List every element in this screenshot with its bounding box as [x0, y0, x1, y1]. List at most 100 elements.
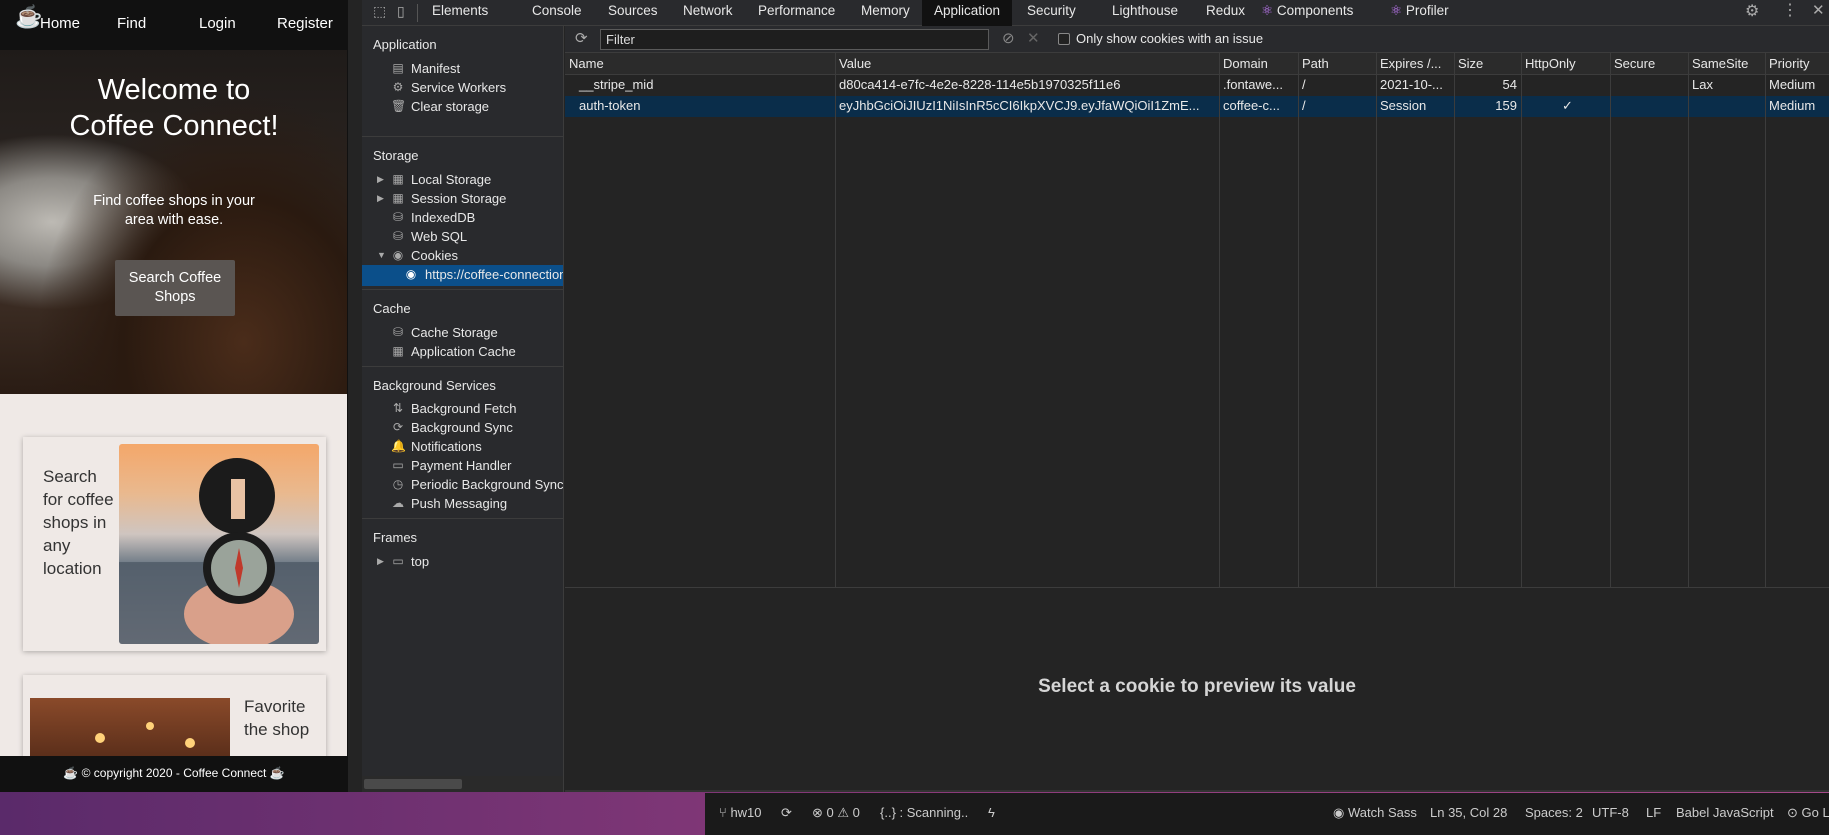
sidebar-item-local-storage[interactable]: ▶ ▦ Local Storage	[362, 170, 563, 191]
sidebar-item-background-sync[interactable]: ⟳ Background Sync	[362, 418, 563, 439]
sidebar-item-notifications[interactable]: 🔔 Notifications	[362, 437, 563, 458]
collapse-arrow-icon[interactable]: ▼	[377, 246, 386, 265]
column-header-httponly[interactable]: HttpOnly	[1521, 53, 1610, 75]
nav-register-link[interactable]: Register	[277, 15, 333, 32]
sidebar-item-application-cache[interactable]: ▦ Application Cache	[362, 342, 563, 363]
cookies-view: ⟳ ⊘ ✕ Only show cookies with an issue Na…	[565, 26, 1829, 792]
nav-login-link[interactable]: Login	[199, 15, 236, 32]
sidebar-item-manifest[interactable]: ▤ Manifest	[362, 59, 563, 80]
table-row[interactable]: __stripe_mid d80ca414-e7fc-4e2e-8228-114…	[565, 75, 1829, 96]
more-options-icon[interactable]: ⋮	[1782, 0, 1798, 20]
tab-elements[interactable]: Elements	[420, 0, 500, 26]
tab-profiler[interactable]: ⚛ Profiler	[1384, 0, 1461, 26]
tab-memory[interactable]: Memory	[849, 0, 922, 26]
scanning-status[interactable]: {..} : Scanning..	[880, 805, 968, 820]
sidebar-section-application: Application	[373, 37, 437, 52]
tab-application[interactable]: Application	[922, 0, 1013, 26]
tab-components[interactable]: ⚛ Components	[1255, 0, 1365, 26]
column-header-size[interactable]: Size	[1454, 53, 1521, 75]
nav-find-link[interactable]: Find	[117, 15, 146, 32]
scrollbar-thumb[interactable]	[364, 779, 462, 789]
column-header-path[interactable]: Path	[1298, 53, 1376, 75]
grid-icon: ▦	[392, 172, 404, 186]
table-row[interactable]: auth-token eyJhbGciOiJIUzI1NiIsInR5cCI6I…	[565, 96, 1829, 117]
language-mode[interactable]: Babel JavaScript	[1676, 805, 1774, 820]
database-icon: ⛁	[392, 325, 404, 339]
indentation[interactable]: Spaces: 2	[1525, 805, 1583, 820]
sync-icon[interactable]: ⟳	[781, 805, 792, 821]
problems-indicator[interactable]: ⊗ 0 ⚠ 0	[812, 805, 860, 821]
sidebar-item-service-workers[interactable]: ⚙ Service Workers	[362, 78, 563, 99]
go-live-button[interactable]: ⊙ Go Live	[1787, 805, 1829, 821]
coffee-cup-logo-icon[interactable]: ☕	[15, 4, 42, 30]
sidebar-item-web-sql[interactable]: ⛁ Web SQL	[362, 227, 563, 248]
column-divider[interactable]	[1298, 53, 1299, 588]
column-header-expires[interactable]: Expires /...	[1376, 53, 1454, 75]
sidebar-item-cookie-origin[interactable]: ◉ https://coffee-connection	[362, 265, 563, 286]
cookie-value: d80ca414-e7fc-4e2e-8228-114e5b1970325f11…	[839, 77, 1121, 92]
toolbar-divider	[417, 4, 418, 22]
frame-icon: ▭	[392, 554, 404, 568]
broadcast-icon: ⊙	[1787, 805, 1798, 820]
tab-components-label: Components	[1276, 3, 1354, 18]
sidebar-item-indexeddb[interactable]: ⛁ IndexedDB	[362, 208, 563, 229]
cookie-path: /	[1302, 77, 1306, 92]
tab-sources[interactable]: Sources	[596, 0, 670, 26]
cookie-expires: 2021-10-...	[1380, 77, 1443, 92]
column-divider[interactable]	[1765, 53, 1766, 588]
tab-network[interactable]: Network	[671, 0, 745, 26]
filter-input[interactable]	[600, 29, 989, 50]
sidebar-item-cache-storage[interactable]: ⛁ Cache Storage	[362, 323, 563, 344]
expand-arrow-icon[interactable]: ▶	[377, 189, 384, 208]
line-ending[interactable]: LF	[1646, 805, 1661, 820]
refresh-icon[interactable]: ⟳	[575, 29, 588, 47]
table-header: Name Value Domain Path Expires /... Size…	[565, 53, 1829, 75]
lightning-icon[interactable]: ϟ	[988, 805, 995, 820]
sidebar-item-frame-top[interactable]: ▶ ▭ top	[362, 552, 563, 573]
tab-performance[interactable]: Performance	[746, 0, 847, 26]
column-header-samesite[interactable]: SameSite	[1688, 53, 1765, 75]
tab-security[interactable]: Security	[1015, 0, 1088, 26]
encoding[interactable]: UTF-8	[1592, 805, 1629, 820]
delete-selected-icon[interactable]: ✕	[1027, 29, 1040, 47]
column-divider[interactable]	[1521, 53, 1522, 588]
watch-sass-button[interactable]: ◉ Watch Sass	[1333, 805, 1417, 821]
sidebar-item-cookies[interactable]: ▼ ◉ Cookies	[362, 246, 563, 267]
sidebar-item-push-messaging[interactable]: ☁ Push Messaging	[362, 494, 563, 515]
inspect-element-icon[interactable]: ⬚	[373, 3, 386, 20]
column-divider[interactable]	[1376, 53, 1377, 588]
column-divider[interactable]	[1610, 53, 1611, 588]
sidebar-item-background-fetch[interactable]: ⇅ Background Fetch	[362, 399, 563, 420]
only-issues-checkbox[interactable]	[1058, 33, 1070, 45]
tab-console[interactable]: Console	[520, 0, 594, 26]
expand-arrow-icon[interactable]: ▶	[377, 552, 384, 571]
git-branch[interactable]: ⑂ hw10	[719, 805, 762, 820]
sidebar-item-periodic-background-sync[interactable]: ◷ Periodic Background Sync	[362, 475, 563, 496]
sidebar-horizontal-scrollbar[interactable]	[362, 776, 563, 792]
cookie-size: 159	[1495, 98, 1517, 113]
column-header-secure[interactable]: Secure	[1610, 53, 1688, 75]
column-header-domain[interactable]: Domain	[1219, 53, 1298, 75]
clock-icon: ◷	[392, 477, 404, 491]
column-divider[interactable]	[1688, 53, 1689, 588]
clear-all-icon[interactable]: ⊘	[1002, 29, 1015, 47]
settings-gear-icon[interactable]: ⚙	[1745, 1, 1759, 21]
column-divider[interactable]	[1454, 53, 1455, 588]
cookie-domain: coffee-c...	[1223, 98, 1280, 113]
column-header-priority[interactable]: Priority	[1765, 53, 1829, 75]
column-divider[interactable]	[1219, 53, 1220, 588]
sidebar-item-session-storage[interactable]: ▶ ▦ Session Storage	[362, 189, 563, 210]
column-header-name[interactable]: Name	[565, 53, 835, 75]
expand-arrow-icon[interactable]: ▶	[377, 170, 384, 189]
tab-redux[interactable]: Redux	[1194, 0, 1257, 26]
tab-lighthouse[interactable]: Lighthouse	[1100, 0, 1190, 26]
column-header-value[interactable]: Value	[835, 53, 1219, 75]
device-toolbar-icon[interactable]: ▯	[397, 3, 405, 20]
sidebar-item-clear-storage[interactable]: 🗑 Clear storage	[362, 97, 563, 118]
sidebar-item-payment-handler[interactable]: ▭ Payment Handler	[362, 456, 563, 477]
search-coffee-shops-button[interactable]: Search Coffee Shops	[115, 260, 235, 316]
column-divider[interactable]	[835, 53, 836, 588]
close-devtools-icon[interactable]: ✕	[1812, 1, 1825, 19]
cursor-position[interactable]: Ln 35, Col 28	[1430, 805, 1507, 820]
nav-home-link[interactable]: Home	[40, 15, 80, 32]
